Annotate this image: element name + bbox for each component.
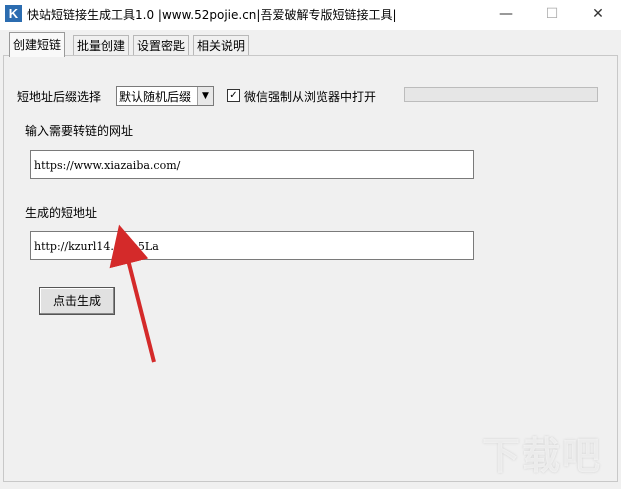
- annotation-arrow: [109, 224, 156, 363]
- tab-create-short-link[interactable]: 创建短链: [9, 32, 66, 57]
- watermark: 下载吧: [482, 434, 603, 478]
